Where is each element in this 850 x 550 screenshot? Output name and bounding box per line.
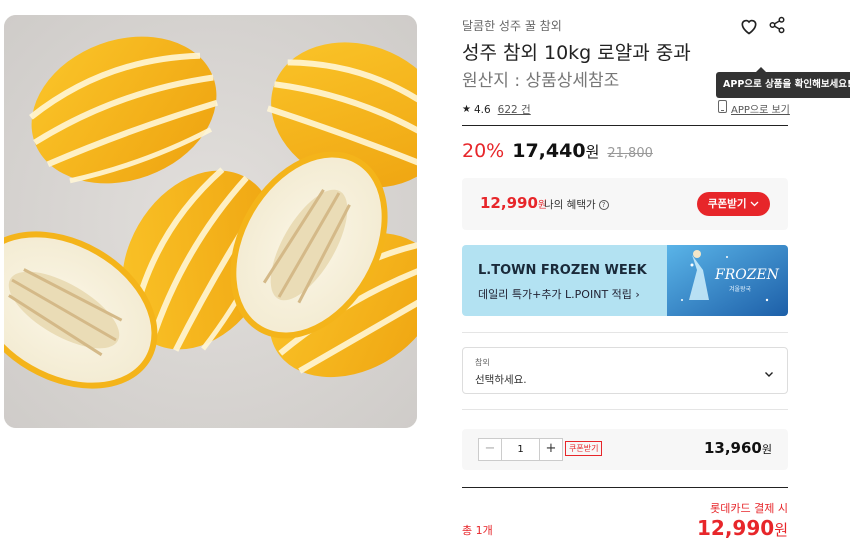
chevron-down-icon xyxy=(763,365,775,377)
phone-icon xyxy=(718,100,727,116)
option-select[interactable]: 참외 선택하세요. xyxy=(462,347,788,394)
product-title: 성주 참외 10kg 로얄과 중과 xyxy=(462,42,691,64)
product-origin: 원산지 : 상품상세참조 xyxy=(462,71,620,91)
divider xyxy=(462,332,788,333)
frozen-logo-sub: 겨울왕국 xyxy=(729,285,752,293)
review-count-link[interactable]: 622 건 xyxy=(498,102,531,117)
banner-subtitle: 데일리 특가+추가 L.POINT 적립 › xyxy=(478,288,640,301)
frozen-week-banner[interactable]: L.TOWN FROZEN WEEK 데일리 특가+추가 L.POINT 적립 … xyxy=(462,245,788,316)
item-price: 13,960원 xyxy=(703,439,772,457)
option-value: 선택하세요. xyxy=(475,374,527,386)
benefit-price: 12,990원 xyxy=(480,194,548,212)
product-image xyxy=(4,15,417,428)
divider xyxy=(462,409,788,410)
original-price: 21,800 xyxy=(607,146,653,161)
app-view-link[interactable]: APP으로 보기 xyxy=(718,100,790,116)
heart-icon[interactable] xyxy=(739,16,759,36)
app-tooltip: APP으로 상품을 확인해보세요! xyxy=(716,67,850,98)
star-icon: ★ xyxy=(462,104,471,115)
benefit-label: 나의 혜택가 ? xyxy=(544,197,609,212)
decrease-button[interactable]: − xyxy=(479,439,502,460)
rating: ★ 4.6 622 건 xyxy=(462,102,531,117)
sale-price: 17,440원 xyxy=(512,140,600,162)
divider xyxy=(462,487,788,488)
app-view-label: APP으로 보기 xyxy=(731,104,790,116)
banner-title: L.TOWN FROZEN WEEK xyxy=(478,263,647,278)
total-price: 12,990원 xyxy=(697,516,788,540)
price-row: 20% 17,440원 21,800 xyxy=(462,140,653,162)
discount-rate: 20% xyxy=(462,140,505,162)
info-icon[interactable]: ? xyxy=(598,199,609,210)
coupon-button[interactable]: 쿠폰받기 xyxy=(697,192,770,216)
chevron-right-icon: › xyxy=(635,288,640,301)
benefit-box: 12,990원 나의 혜택가 ? 쿠폰받기 xyxy=(462,178,788,230)
option-label: 참외 xyxy=(475,358,490,367)
frozen-banner-image: FROZEN 겨울왕국 xyxy=(667,245,788,316)
share-icon[interactable] xyxy=(768,16,786,34)
quantity-value[interactable]: 1 xyxy=(502,439,539,460)
frozen-logo-text: FROZEN xyxy=(714,267,780,283)
card-note: 롯데카드 결제 시 xyxy=(710,502,788,515)
quantity-box: − 1 + 쿠폰받기 13,960원 xyxy=(462,429,788,470)
product-subtitle: 달콤한 성주 꿀 참외 xyxy=(462,19,562,33)
divider xyxy=(462,125,788,126)
rating-score: 4.6 xyxy=(473,103,491,116)
increase-button[interactable]: + xyxy=(539,439,562,460)
chevron-down-icon xyxy=(750,198,759,210)
total-count: 총 1개 xyxy=(462,524,493,537)
quantity-stepper: − 1 + xyxy=(478,438,563,461)
item-coupon-button[interactable]: 쿠폰받기 xyxy=(565,441,603,456)
